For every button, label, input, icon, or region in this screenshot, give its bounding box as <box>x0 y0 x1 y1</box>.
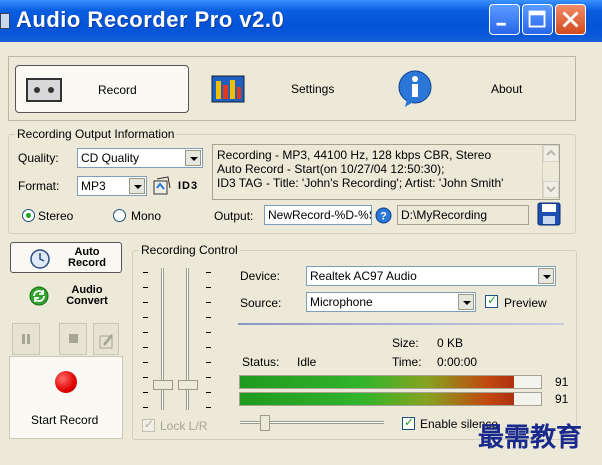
output-dir-input[interactable]: D:\MyRecording <box>397 205 529 225</box>
chevron-down-icon[interactable] <box>129 178 145 194</box>
recording-control-title: Recording Control <box>139 243 240 257</box>
status-value: Idle <box>297 355 317 369</box>
output-dir-value: D:\MyRecording <box>401 208 488 222</box>
info-scrollbar[interactable] <box>542 145 559 199</box>
save-recording-button[interactable] <box>93 323 119 355</box>
pencil-save-icon <box>99 334 113 349</box>
left-level-value: 91 <box>555 375 569 389</box>
output-label: Output: <box>214 209 254 223</box>
size-label: Size: <box>392 336 419 350</box>
quality-value: CD Quality <box>81 151 140 165</box>
tab-settings[interactable]: Settings <box>209 65 359 113</box>
tab-record-label: Record <box>98 83 137 97</box>
auto-record-button[interactable]: Auto Record <box>10 242 122 273</box>
chevron-down-icon[interactable] <box>185 150 201 166</box>
time-label: Time: <box>392 355 422 369</box>
record-icon <box>55 371 77 393</box>
equalizer-icon <box>211 75 245 103</box>
preview-label: Preview <box>504 296 547 310</box>
auto-record-label: Auto Record <box>68 246 106 269</box>
mono-radio[interactable] <box>113 209 126 222</box>
maximize-icon <box>528 10 546 28</box>
id3-tag-icon[interactable] <box>152 176 174 196</box>
app-icon <box>0 13 10 29</box>
format-value: MP3 <box>81 179 106 193</box>
status-label: Status: <box>242 355 280 369</box>
output-name-value: NewRecord-%D-%S <box>268 208 372 222</box>
output-name-input[interactable]: NewRecord-%D-%S <box>264 205 372 225</box>
window-title: Audio Recorder Pro v2.0 <box>16 7 285 32</box>
audio-convert-label: Audio Convert <box>66 284 108 307</box>
help-icon[interactable]: ? <box>375 207 392 224</box>
silence-threshold-slider[interactable] <box>260 415 270 431</box>
recording-info-box: Recording - MP3, 44100 Hz, 128 kbps CBR,… <box>212 144 560 200</box>
lock-lr-label: Lock L/R <box>160 419 208 433</box>
right-level-value: 91 <box>555 392 569 406</box>
scroll-down-button[interactable] <box>543 181 559 198</box>
cassette-icon <box>26 78 62 102</box>
pause-button[interactable] <box>12 323 40 355</box>
left-level-meter <box>239 375 542 389</box>
info-line: ID3 TAG - Title: 'John's Recording'; Art… <box>217 176 504 190</box>
chevron-up-icon <box>546 149 556 156</box>
minimize-button[interactable] <box>489 4 520 35</box>
main-nav: Record Settings About <box>8 56 576 121</box>
format-label: Format: <box>18 179 60 193</box>
info-icon <box>398 70 432 107</box>
watermark-text: 最需教育 <box>478 423 583 453</box>
right-level-meter <box>239 392 542 406</box>
time-value: 0:00:00 <box>437 355 478 369</box>
maximize-button[interactable] <box>522 4 553 35</box>
stereo-label: Stereo <box>38 209 74 223</box>
info-line: Auto Record - Start(on 10/27/04 12:50:30… <box>217 162 445 176</box>
separator-line <box>238 323 564 325</box>
stop-icon <box>69 334 78 343</box>
lock-lr-checkbox[interactable] <box>142 417 155 432</box>
start-record-button[interactable]: Start Record <box>9 356 123 439</box>
source-label: Source: <box>240 296 282 310</box>
preview-checkbox[interactable] <box>485 293 498 308</box>
output-info-title: Recording Output Information <box>15 127 177 141</box>
floppy-disk-icon[interactable] <box>537 202 561 226</box>
source-select[interactable]: Microphone <box>306 292 476 312</box>
left-volume-slider[interactable] <box>153 380 173 390</box>
stop-button[interactable] <box>59 323 87 355</box>
tab-settings-label: Settings <box>291 82 335 96</box>
scroll-up-button[interactable] <box>543 145 559 162</box>
info-line: Recording - MP3, 44100 Hz, 128 kbps CBR,… <box>217 148 492 162</box>
id3-label: ID3 <box>178 180 199 192</box>
source-value: Microphone <box>310 295 373 309</box>
left-level-fill <box>240 376 514 388</box>
clock-icon <box>30 249 50 269</box>
right-level-fill <box>240 393 514 405</box>
device-select[interactable]: Realtek AC97 Audio <box>306 266 556 286</box>
svg-text:?: ? <box>380 211 387 223</box>
convert-icon <box>29 286 49 306</box>
title-bar[interactable]: Audio Recorder Pro v2.0 <box>0 0 602 42</box>
audio-convert-button[interactable]: Audio Convert <box>10 280 122 311</box>
chevron-down-icon[interactable] <box>538 268 554 284</box>
minimize-icon <box>496 22 506 26</box>
device-value: Realtek AC97 Audio <box>310 269 417 283</box>
close-icon <box>562 11 579 28</box>
close-button[interactable] <box>555 4 586 35</box>
tab-record[interactable]: Record <box>15 65 189 113</box>
right-volume-slider[interactable] <box>178 380 198 390</box>
stereo-radio[interactable] <box>22 209 35 222</box>
quality-select[interactable]: CD Quality <box>77 148 203 168</box>
mono-label: Mono <box>131 209 162 223</box>
start-record-label: Start Record <box>31 413 99 427</box>
pause-icon <box>22 334 30 344</box>
size-value: 0 KB <box>437 336 464 350</box>
chevron-down-icon[interactable] <box>458 294 474 310</box>
tab-about[interactable]: About <box>397 65 547 113</box>
chevron-down-icon <box>546 186 556 193</box>
format-select[interactable]: MP3 <box>77 176 147 196</box>
tab-about-label: About <box>491 82 523 96</box>
quality-label: Quality: <box>18 151 59 165</box>
enable-silence-checkbox[interactable] <box>402 415 415 430</box>
device-label: Device: <box>240 269 281 283</box>
